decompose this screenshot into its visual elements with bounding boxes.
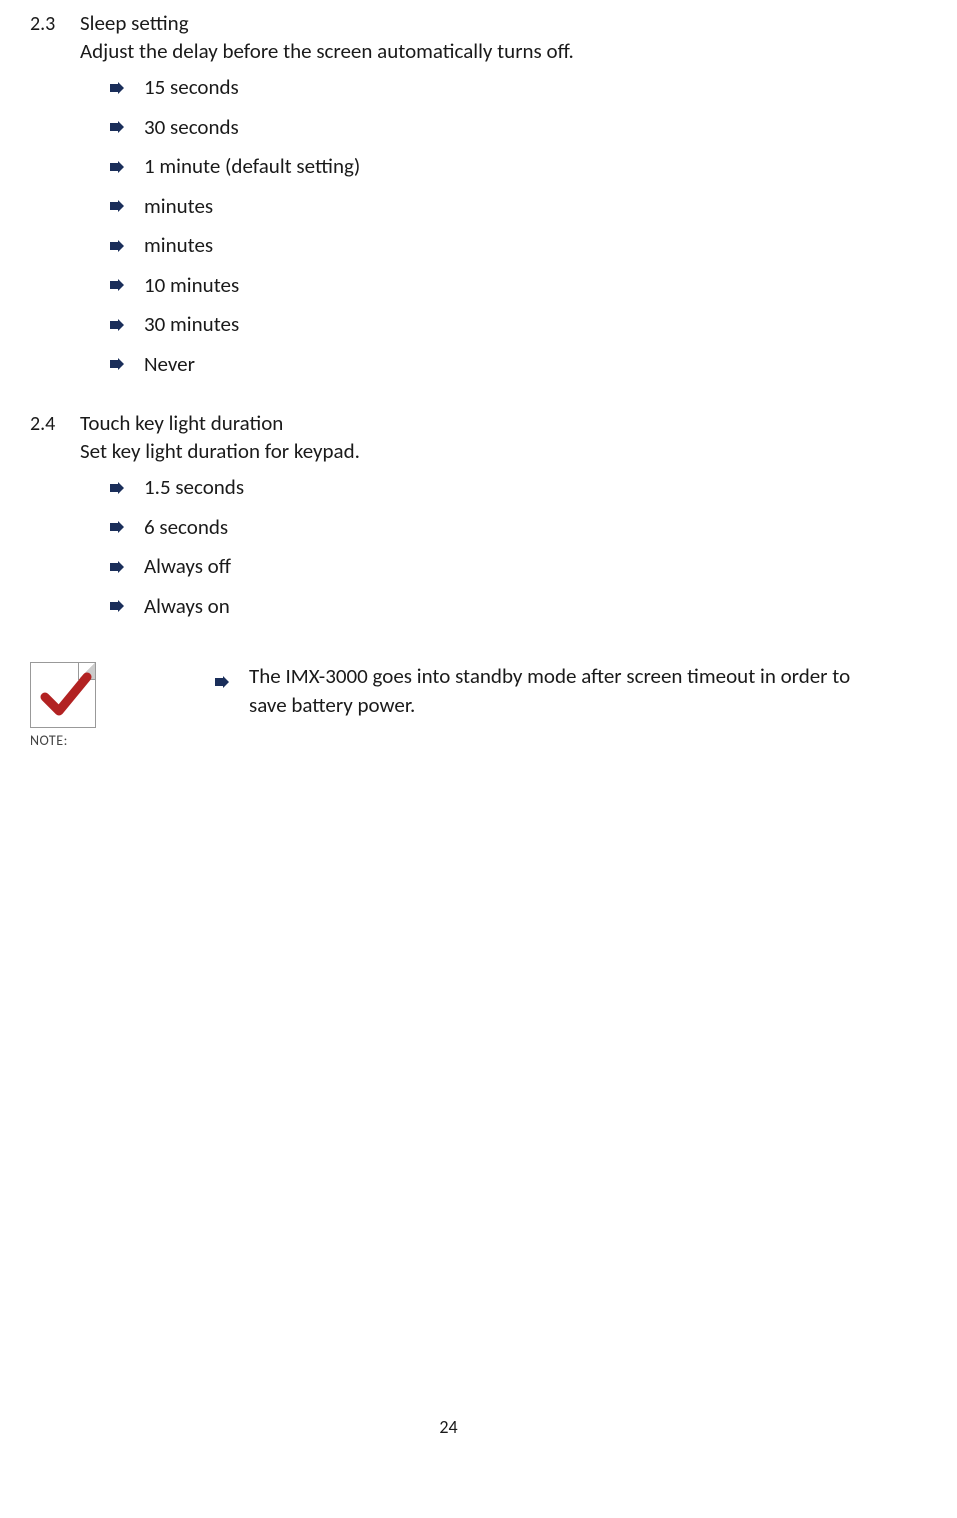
bullet-arrow-icon xyxy=(110,121,144,133)
bullet-list: 1.5 seconds 6 seconds Always off Always … xyxy=(110,472,867,622)
note-label: NOTE: xyxy=(30,732,215,749)
list-item: 1 minute (default setting) xyxy=(110,151,867,183)
bullet-arrow-icon xyxy=(110,240,144,252)
bullet-arrow-icon xyxy=(110,200,144,212)
section-title: Touch key light duration xyxy=(80,410,867,436)
list-item: Always on xyxy=(110,591,867,623)
list-item: 30 minutes xyxy=(110,309,867,341)
list-item: 6 seconds xyxy=(110,512,867,544)
list-item-text: minutes xyxy=(144,230,867,262)
list-item: minutes xyxy=(110,230,867,262)
section-2-3: 2.3 Sleep setting Adjust the delay befor… xyxy=(30,10,867,380)
note-text: The IMX-3000 goes into standby mode afte… xyxy=(249,662,867,749)
list-item: 30 seconds xyxy=(110,112,867,144)
bullet-arrow-icon xyxy=(110,521,144,533)
bullet-list: 15 seconds 30 seconds 1 minute (default … xyxy=(110,72,867,380)
section-description: Set key light duration for keypad. xyxy=(80,438,867,464)
list-item: 15 seconds xyxy=(110,72,867,104)
list-item: 1.5 seconds xyxy=(110,472,867,504)
bullet-arrow-icon xyxy=(110,319,144,331)
list-item-text: Always on xyxy=(144,591,867,623)
list-item-text: Never xyxy=(144,349,867,381)
list-item-text: 1.5 seconds xyxy=(144,472,867,504)
bullet-arrow-icon xyxy=(110,600,144,612)
section-2-4: 2.4 Touch key light duration Set key lig… xyxy=(30,410,867,622)
list-item-text: 1 minute (default setting) xyxy=(144,151,867,183)
bullet-arrow-icon xyxy=(110,82,144,94)
list-item-text: 30 minutes xyxy=(144,309,867,341)
list-item-text: 15 seconds xyxy=(144,72,867,104)
list-item-text: 10 minutes xyxy=(144,270,867,302)
list-item-text: Always off xyxy=(144,551,867,583)
list-item-text: 6 seconds xyxy=(144,512,867,544)
section-description: Adjust the delay before the screen autom… xyxy=(80,38,867,64)
section-title: Sleep setting xyxy=(80,10,867,36)
list-item: Always off xyxy=(110,551,867,583)
list-item-text: minutes xyxy=(144,191,867,223)
checkmark-icon xyxy=(39,669,93,723)
bullet-arrow-icon xyxy=(110,482,144,494)
list-item: 10 minutes xyxy=(110,270,867,302)
section-number: 2.3 xyxy=(30,12,80,36)
note-block: NOTE: The IMX-3000 goes into standby mod… xyxy=(30,662,867,749)
list-item-text: 30 seconds xyxy=(144,112,867,144)
list-item: Never xyxy=(110,349,867,381)
section-number: 2.4 xyxy=(30,412,80,436)
bullet-arrow-icon xyxy=(110,161,144,173)
note-page-icon xyxy=(30,662,96,728)
list-item: minutes xyxy=(110,191,867,223)
bullet-arrow-icon xyxy=(110,358,144,370)
bullet-arrow-icon xyxy=(110,279,144,291)
bullet-arrow-icon xyxy=(215,662,249,749)
bullet-arrow-icon xyxy=(110,561,144,573)
page-number: 24 xyxy=(0,1416,897,1438)
